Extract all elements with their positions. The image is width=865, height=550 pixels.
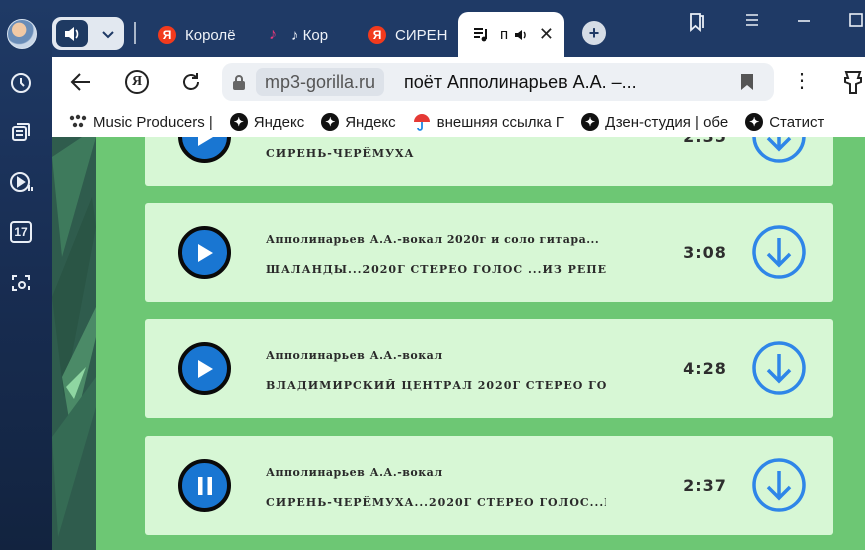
track-artist: Апполинарьев А.А.-вокал 2020г и соло гит… — [266, 233, 600, 246]
audio-tabs-button[interactable] — [52, 17, 124, 50]
minimize-icon[interactable] — [796, 12, 812, 33]
music-icon: ♪ — [269, 26, 277, 43]
track-title: ВЛАДИМИРСКИЙ ЦЕНТРАЛ 2020Г СТЕРЕО ГОЛО..… — [266, 379, 606, 392]
address-bar[interactable]: mp3-gorilla.ru поёт Апполинарьев А.А. –.… — [222, 63, 774, 101]
history-icon[interactable] — [8, 70, 34, 96]
track-duration: 2:35 — [675, 137, 735, 146]
page-content: СИРЕНЬ-ЧЕРЁМУХА 2:35 Апполинарьев А.А.-в… — [52, 137, 865, 550]
tab-active[interactable]: п ✕ — [458, 12, 564, 57]
sparkle-icon: ✦ — [321, 113, 340, 131]
bookmark-label: Дзен-студия | обе — [605, 113, 729, 131]
bookmark-item[interactable]: ✦ Статист — [745, 113, 824, 131]
close-icon[interactable]: ✕ — [539, 24, 554, 45]
download-icon[interactable] — [751, 224, 807, 280]
track-row: Апполинарьев А.А.-вокал ВЛАДИМИРСКИЙ ЦЕН… — [145, 319, 833, 418]
profile-avatar[interactable] — [7, 19, 37, 49]
speaker-icon — [56, 20, 88, 47]
chevron-down-icon — [102, 30, 114, 38]
bookmarks-bar: Music Producers | ✦ Яндекс ✦ Яндекс внеш… — [52, 107, 865, 137]
track-artist: Апполинарьев А.А.-вокал — [266, 466, 443, 479]
bookmark-label: Статист — [769, 113, 825, 131]
track-title: СИРЕНЬ-ЧЕРЁМУХА...2020Г СТЕРЕО ГОЛОС...И… — [266, 496, 606, 509]
bookmark-icon[interactable] — [740, 73, 754, 91]
bookmark-label: Music Producers | — [93, 113, 213, 131]
yandex-logo-icon[interactable]: Я — [124, 69, 150, 95]
download-icon[interactable] — [751, 457, 807, 513]
page-title: поёт Апполинарьев А.А. –... — [404, 71, 637, 92]
tab-3[interactable]: Я СИРЕН — [368, 13, 448, 57]
network-icon — [69, 113, 87, 131]
track-title: ШАЛАНДЫ...2020Г СТЕРЕО ГОЛОС ...ИЗ РЕПЕР… — [266, 263, 606, 276]
tab-2[interactable]: ♪ ♪ Кор — [264, 13, 342, 57]
calendar-icon[interactable]: 17 — [8, 219, 34, 245]
tab-title: Королё — [185, 26, 236, 44]
track-duration: 3:08 — [683, 243, 727, 262]
domain-chip[interactable]: mp3-gorilla.ru — [256, 68, 385, 96]
new-tab-button[interactable]: + — [582, 21, 606, 45]
bookmarks-panel-icon[interactable] — [688, 12, 706, 37]
video-player-icon[interactable] — [8, 169, 34, 195]
decorative-leaves-strip — [52, 137, 96, 550]
back-arrow-icon[interactable] — [68, 69, 94, 95]
bookmark-label: внешняя ссылка Г — [436, 113, 565, 131]
browser-sidebar: 17 — [0, 0, 52, 550]
track-title: СИРЕНЬ-ЧЕРЁМУХА — [266, 147, 415, 160]
playlist-icon — [474, 27, 487, 41]
play-icon — [197, 359, 213, 378]
pause-button[interactable] — [178, 459, 231, 512]
more-options-icon[interactable]: ⋮ — [792, 71, 812, 91]
yandex-icon: Я — [158, 26, 176, 44]
sparkle-icon: ✦ — [745, 113, 764, 131]
reload-icon[interactable] — [178, 69, 204, 95]
menu-icon[interactable] — [744, 12, 760, 33]
bookmark-item[interactable]: ✦ Яндекс — [321, 113, 396, 131]
track-artist: Апполинарьев А.А.-вокал — [266, 349, 443, 362]
tab-strip: Я Королё ♪ ♪ Кор Я СИРЕН п ✕ + — [52, 0, 865, 57]
track-duration: 4:28 — [683, 359, 727, 378]
download-icon[interactable] — [751, 137, 807, 164]
play-icon — [197, 137, 212, 146]
tab-title: п — [500, 26, 509, 43]
lock-icon — [233, 75, 245, 90]
play-icon — [197, 243, 213, 262]
speaker-icon — [515, 29, 526, 40]
play-button[interactable] — [178, 137, 231, 163]
tab-title: ♪ Кор — [291, 26, 329, 44]
track-row: СИРЕНЬ-ЧЕРЁМУХА 2:35 — [145, 137, 833, 186]
bookmark-item[interactable]: Music Producers | — [69, 113, 213, 131]
track-row: Апполинарьев А.А.-вокал 2020г и соло гит… — [145, 203, 833, 302]
bookmark-item[interactable]: ✦ Яндекс — [229, 113, 305, 131]
screenshot-icon[interactable] — [8, 270, 34, 296]
tab-1[interactable]: Я Королё — [158, 13, 238, 57]
bookmark-item[interactable]: внешняя ссылка Г — [413, 113, 564, 131]
extension-icon[interactable] — [841, 69, 865, 95]
play-button[interactable] — [178, 342, 231, 395]
tab-separator — [134, 22, 136, 44]
bookmark-label: Яндекс — [345, 113, 396, 131]
bookmark-label: Яндекс — [253, 113, 305, 131]
play-button[interactable] — [178, 226, 231, 279]
browser-toolbar: Я mp3-gorilla.ru поёт Апполинарьев А.А. … — [52, 57, 865, 107]
pause-icon — [197, 476, 212, 495]
track-duration: 2:37 — [683, 476, 727, 495]
track-row: Апполинарьев А.А.-вокал СИРЕНЬ-ЧЕРЁМУХА.… — [145, 436, 833, 535]
tab-title: СИРЕН — [395, 26, 448, 44]
bookmark-item[interactable]: ✦ Дзен-студия | обе — [581, 113, 728, 131]
umbrella-icon — [413, 113, 431, 131]
calendar-day: 17 — [10, 221, 32, 243]
sparkle-icon: ✦ — [229, 113, 248, 131]
collections-icon[interactable] — [8, 119, 34, 145]
yandex-icon: Я — [368, 26, 386, 44]
sparkle-icon: ✦ — [581, 113, 600, 131]
download-icon[interactable] — [751, 340, 807, 396]
maximize-icon[interactable] — [848, 12, 864, 33]
